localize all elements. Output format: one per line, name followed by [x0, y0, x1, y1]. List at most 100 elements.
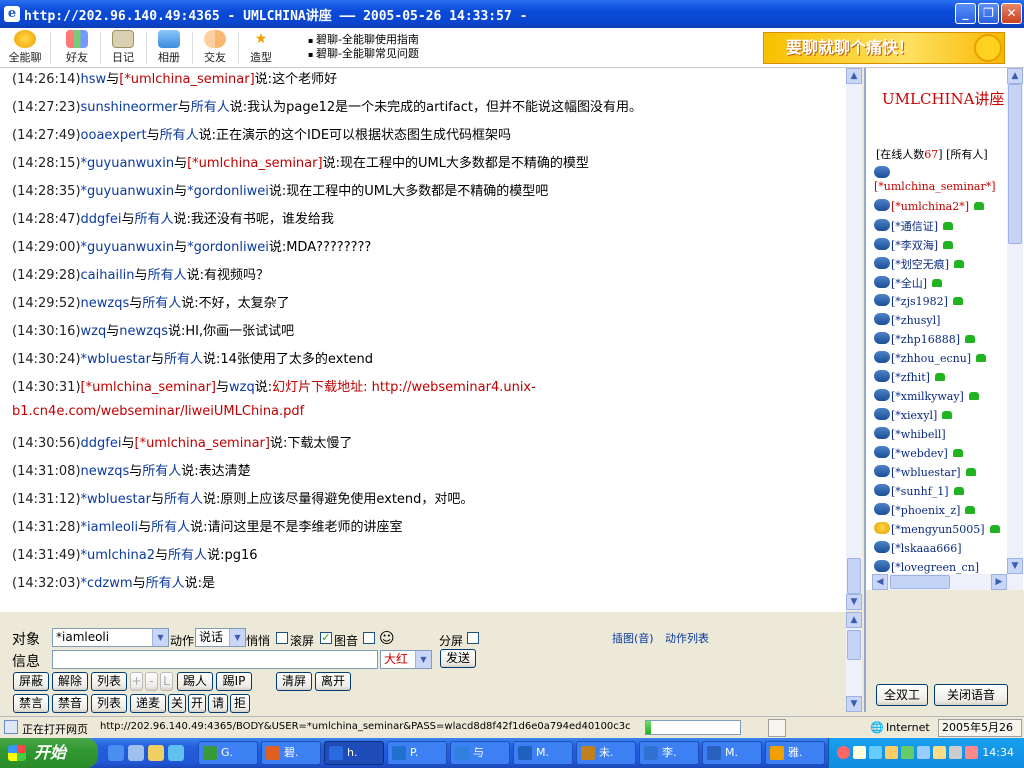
message-sender[interactable]: *guyuanwuxin	[81, 184, 175, 199]
user-list-item[interactable]: [*sunhf_1]	[874, 484, 964, 502]
emoticon-checkbox[interactable]	[363, 632, 375, 644]
unblock-button[interactable]: 解除	[52, 672, 88, 691]
message-sender[interactable]: newzqs	[81, 296, 130, 311]
action-list-link[interactable]: 动作列表	[665, 630, 709, 646]
scroll-thumb[interactable]	[847, 558, 861, 594]
color-select[interactable]: 大红 ▼	[380, 650, 432, 669]
tray-icon[interactable]	[869, 746, 882, 759]
guide-link[interactable]: 碧聊-全能聊使用指南	[308, 33, 419, 47]
emoticon-icon[interactable]: ☺	[379, 629, 395, 647]
ie-quicklaunch-icon[interactable]	[108, 745, 124, 761]
taskbar-task[interactable]: G.	[198, 741, 258, 765]
message-recipient[interactable]: 所有人	[168, 548, 207, 563]
maximize-button[interactable]: ❐	[978, 3, 999, 24]
list2-button[interactable]: 列表	[91, 694, 127, 713]
reject-button[interactable]: 拒	[230, 694, 250, 713]
folder-quicklaunch-icon[interactable]	[148, 745, 164, 761]
message-recipient[interactable]: 所有人	[135, 212, 174, 227]
hscroll-thumb[interactable]	[890, 575, 950, 589]
all-users-link[interactable]: [所有人]	[946, 148, 988, 161]
user-list-item[interactable]: [*通信证]	[874, 218, 954, 236]
message-sender[interactable]: ddgfei	[81, 436, 122, 451]
user-list-item[interactable]: [*umlchina2*]	[874, 199, 985, 217]
online-count[interactable]: [在线人数67] [所有人]	[876, 146, 988, 162]
message-sender[interactable]: ooaexpert	[81, 128, 147, 143]
message-sender[interactable]: [*umlchina_seminar]	[81, 380, 216, 395]
message-sender[interactable]: newzqs	[81, 464, 130, 479]
tray-icon[interactable]	[901, 746, 914, 759]
close-voice-button[interactable]: 关闭语音	[934, 684, 1008, 706]
message-recipient[interactable]: *gordonliwei	[187, 184, 269, 199]
message-sender[interactable]: *wbluestar	[81, 352, 151, 367]
mic-on-button[interactable]: 开	[188, 694, 206, 713]
tray-icon[interactable]	[933, 746, 946, 759]
l-button[interactable]: L	[160, 672, 173, 691]
scroll-up-arrow[interactable]: ▲	[846, 68, 862, 84]
input-scrollbar[interactable]: ▲ ▼	[846, 612, 862, 712]
user-list-item[interactable]: [*xmilkyway]	[874, 389, 979, 407]
toolbar-item-friends[interactable]: 好友	[58, 30, 96, 65]
plus-button[interactable]: +	[130, 672, 143, 691]
volume-icon[interactable]	[949, 746, 962, 759]
taskbar-task[interactable]: h.	[324, 741, 384, 765]
message-recipient[interactable]: 所有人	[160, 128, 199, 143]
scroll-checkbox[interactable]	[276, 632, 288, 644]
message-sender[interactable]: hsw	[81, 72, 107, 87]
message-recipient[interactable]: [*umlchina_seminar]	[119, 72, 254, 87]
chat-scrollbar[interactable]: ▲ ▼	[846, 68, 862, 610]
taskbar-task[interactable]: 与	[450, 741, 510, 765]
scroll-thumb[interactable]	[1008, 84, 1022, 244]
message-recipient[interactable]: 所有人	[191, 100, 230, 115]
userlist-hscrollbar[interactable]: ◀ ▶	[872, 574, 1007, 590]
taskbar-task[interactable]: M.	[702, 741, 762, 765]
message-input[interactable]	[52, 650, 378, 669]
window-title-bar[interactable]: e http://202.96.140.49:4365 - UMLCHINA讲座…	[0, 0, 1024, 28]
start-button[interactable]: 开始	[0, 738, 98, 768]
message-recipient[interactable]: wzq	[229, 380, 255, 395]
clock[interactable]: 14:34	[982, 746, 1014, 759]
message-sender[interactable]: ddgfei	[81, 212, 122, 227]
scroll-up-arrow[interactable]: ▲	[1007, 68, 1023, 84]
pass-mic-button[interactable]: 递麦	[130, 694, 166, 713]
message-recipient[interactable]: 所有人	[151, 520, 190, 535]
target-select[interactable]: *iamleoli ▼	[52, 628, 169, 647]
taskbar-task[interactable]: 雅.	[765, 741, 825, 765]
user-list-item[interactable]: [*xiexyl]	[874, 408, 953, 426]
tray-icon[interactable]	[837, 746, 850, 759]
toolbar-item-dating[interactable]: 交友	[196, 30, 234, 65]
tray-icon[interactable]	[853, 746, 866, 759]
scroll-down-arrow[interactable]: ▼	[846, 696, 862, 712]
chevron-down-icon[interactable]: ▼	[229, 629, 245, 646]
message-sender[interactable]: *iamleoli	[81, 520, 139, 535]
leave-button[interactable]: 离开	[315, 672, 351, 691]
user-list-item[interactable]: [*umlchina_seminar*]	[874, 180, 996, 198]
user-list-item[interactable]: [*李双海]	[874, 237, 954, 255]
taskbar-task[interactable]: 未.	[576, 741, 636, 765]
mic-off-button[interactable]: 关	[168, 694, 186, 713]
taskbar-task[interactable]: 碧.	[261, 741, 321, 765]
kick-ip-button[interactable]: 踢IP	[216, 672, 252, 691]
insert-image-link[interactable]: 插图(音)	[612, 630, 654, 646]
taskbar-task[interactable]: 李.	[639, 741, 699, 765]
scroll-down-arrow[interactable]: ▼	[1007, 558, 1023, 574]
message-recipient[interactable]: 所有人	[142, 296, 181, 311]
user-list-item[interactable]: [*lskaaa666]	[874, 541, 962, 559]
user-list-item[interactable]: [*zfhit]	[874, 370, 945, 388]
minus-button[interactable]: -	[145, 672, 158, 691]
mute-button[interactable]: 禁言	[13, 694, 49, 713]
ad-banner[interactable]: 要聊就聊个痛快！	[763, 32, 1005, 64]
toolbar-item-quanneng[interactable]: 全能聊	[6, 30, 44, 65]
message-recipient[interactable]: [*umlchina_seminar]	[187, 156, 322, 171]
message-sender[interactable]: *umlchina2	[81, 548, 156, 563]
toolbar-item-album[interactable]: 相册	[150, 30, 188, 65]
message-sender[interactable]: sunshineormer	[81, 100, 178, 115]
toolbar-item-style[interactable]: ★ 造型	[242, 30, 280, 65]
user-list-item[interactable]: [*wbluestar]	[874, 465, 976, 483]
scroll-up-arrow[interactable]: ▲	[846, 612, 862, 628]
minimize-button[interactable]: _	[955, 3, 976, 24]
user-list-item[interactable]: [*zjs1982]	[874, 294, 963, 312]
message-recipient[interactable]: 所有人	[142, 464, 181, 479]
clear-screen-button[interactable]: 清屏	[276, 672, 312, 691]
user-list-item[interactable]: [*phoenix_z]	[874, 503, 976, 521]
message-recipient[interactable]: 所有人	[164, 352, 203, 367]
